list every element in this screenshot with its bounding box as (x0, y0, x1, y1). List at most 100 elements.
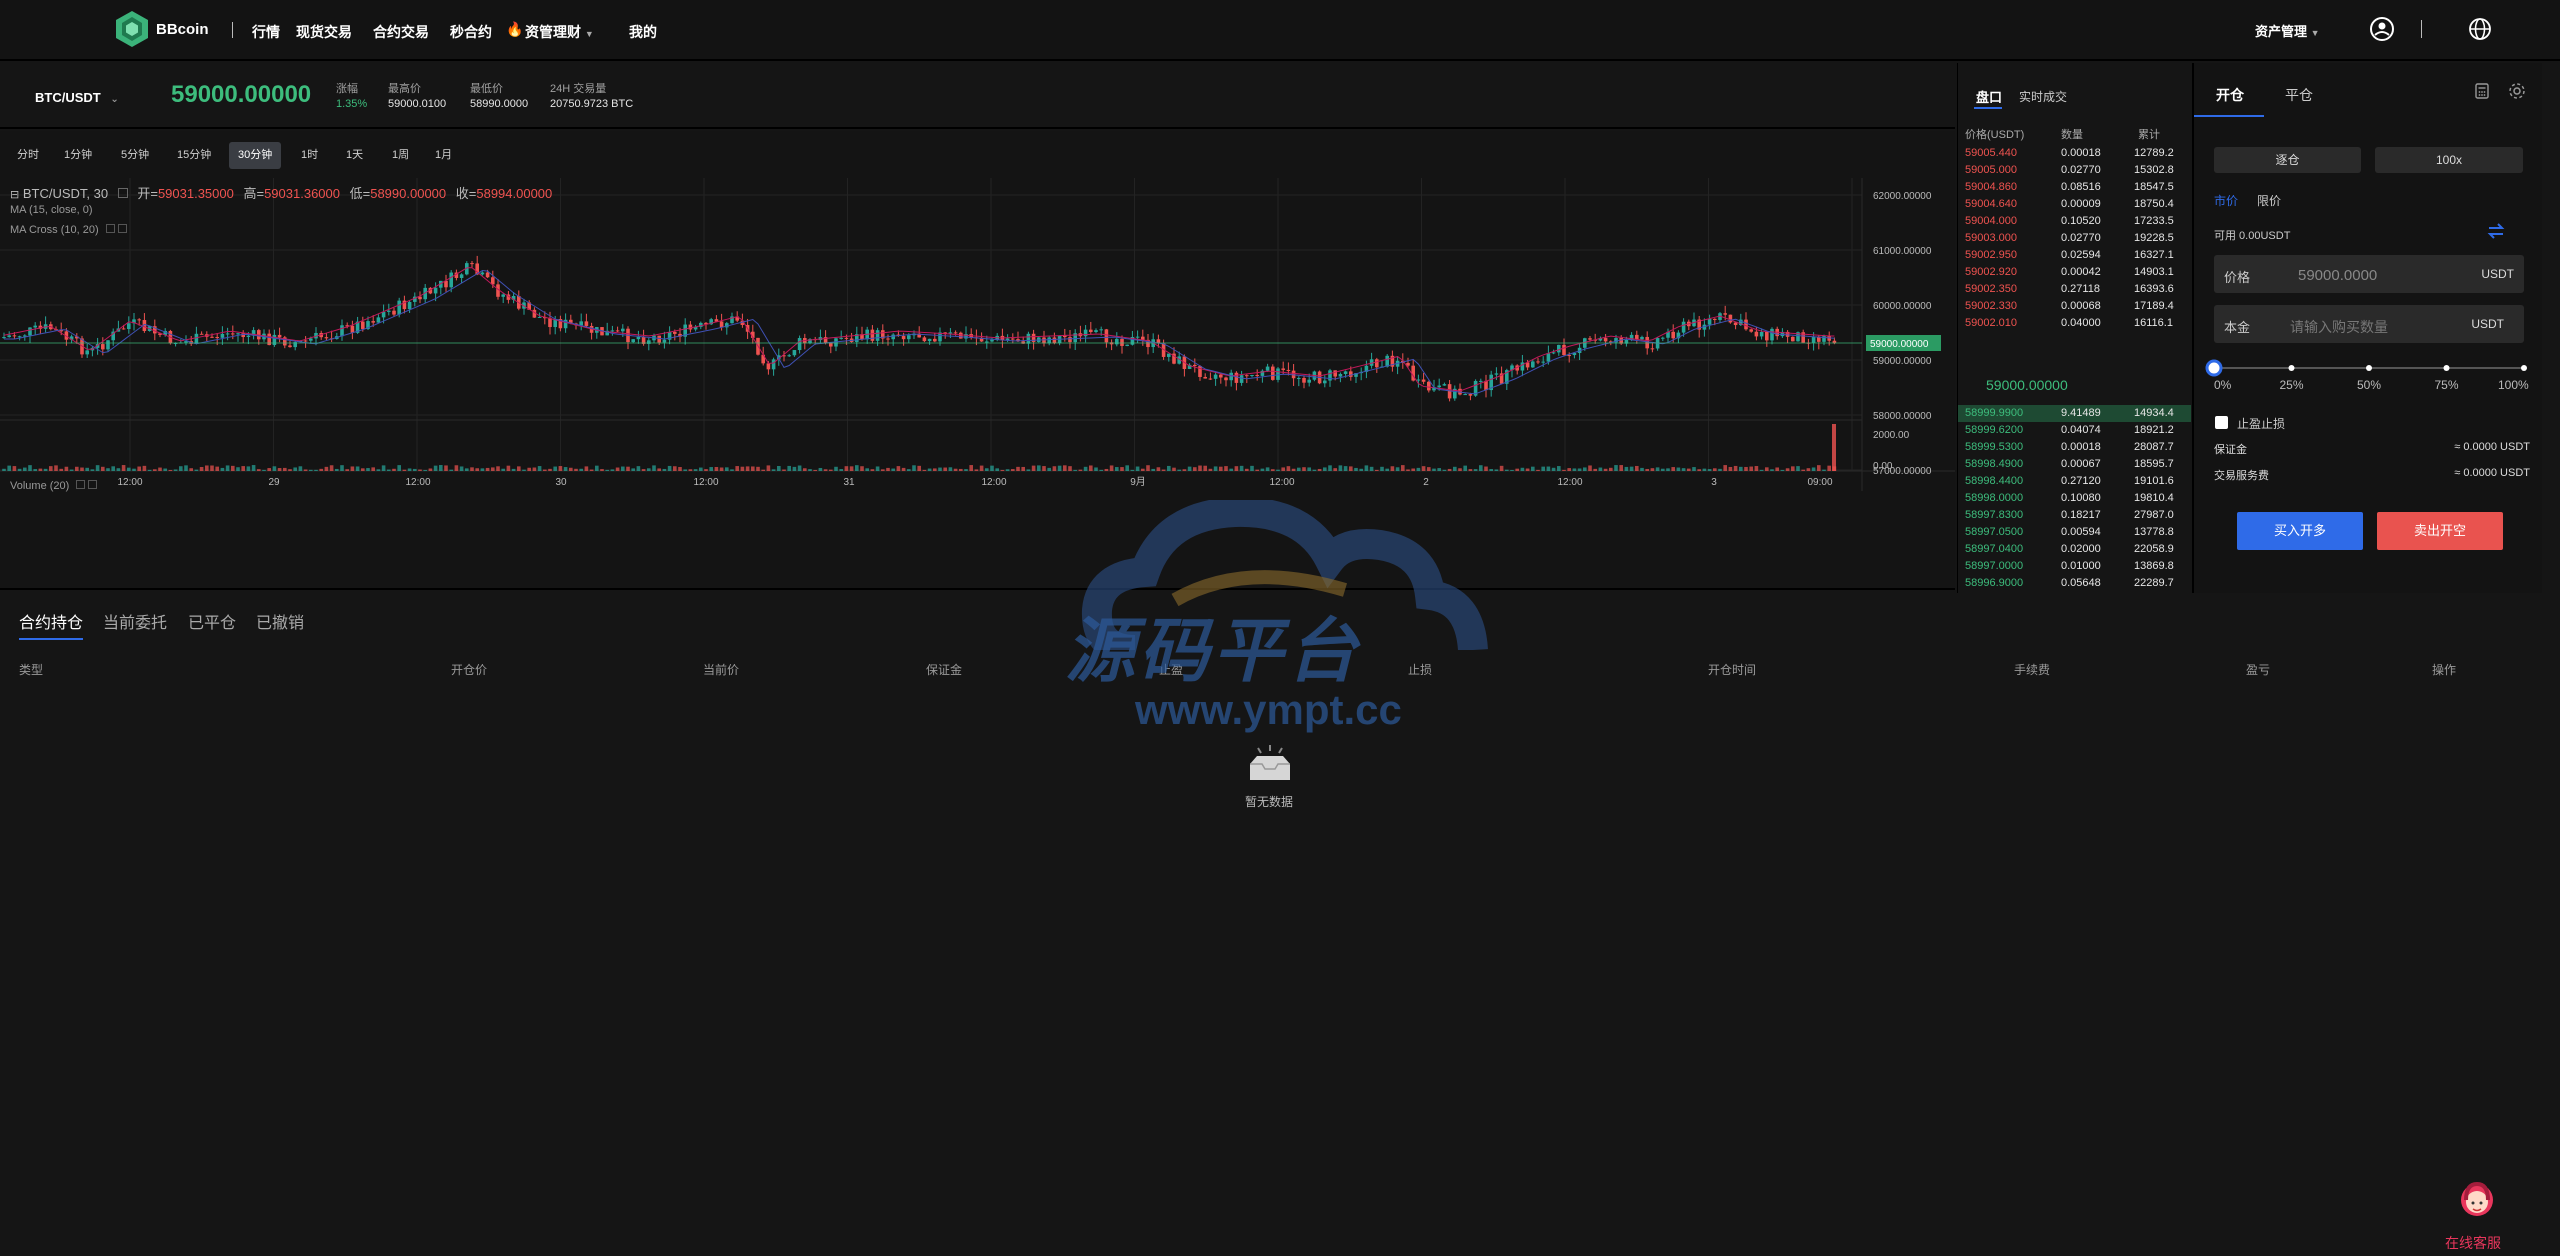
candle-body (1479, 380, 1483, 382)
order-book-row[interactable]: 58997.0000 0.01000 13869.8 (1958, 558, 2191, 575)
tab-close-position[interactable]: 平仓 (2285, 85, 2313, 105)
calculator-icon[interactable] (2474, 83, 2490, 99)
tab-open-position[interactable]: 开仓 (2216, 85, 2244, 105)
order-book-row[interactable]: 58999.6200 0.04074 18921.2 (1958, 422, 2191, 439)
order-book-row[interactable]: 59005.000 0.02770 15302.8 (1958, 162, 2191, 179)
order-book-row[interactable]: 58998.0000 0.10080 19810.4 (1958, 490, 2191, 507)
timeframe-button[interactable]: 15分钟 (168, 142, 220, 169)
order-book-row[interactable]: 59004.000 0.10520 17233.5 (1958, 213, 2191, 230)
timeframe-button[interactable]: 5分钟 (112, 142, 158, 169)
timeframe-button[interactable]: 30分钟 (229, 142, 282, 169)
tp-sl-checkbox[interactable] (2215, 416, 2228, 429)
order-book-row[interactable]: 59004.860 0.08516 18547.5 (1958, 179, 2191, 196)
volume-bar (1723, 465, 1727, 471)
candle-body (7, 335, 11, 338)
order-total: 22058.9 (2134, 543, 2174, 555)
order-book-row[interactable]: 59005.440 0.00018 12789.2 (1958, 145, 2191, 162)
buy-long-button[interactable]: 买入开多 (2237, 512, 2363, 550)
order-book-row[interactable]: 58999.9900 9.41489 14934.4 (1958, 405, 2191, 422)
margin-mode-button[interactable]: 逐仓 (2214, 147, 2361, 173)
nav-spot-trading[interactable]: 现货交易 (296, 22, 352, 42)
order-type-market[interactable]: 市价 (2214, 192, 2238, 209)
collapse-legend-icon[interactable]: ⊟ (10, 189, 19, 201)
order-type-limit[interactable]: 限价 (2257, 192, 2281, 209)
order-book-row[interactable]: 58997.0500 0.00594 13778.8 (1958, 524, 2191, 541)
order-book-row[interactable]: 58998.4900 0.00067 18595.7 (1958, 456, 2191, 473)
indicator-close-icon[interactable] (117, 224, 127, 233)
tab-order-book[interactable]: 盘口 (1976, 87, 2002, 106)
volume-bar (1328, 465, 1332, 471)
order-book-row[interactable]: 58998.4400 0.27120 19101.6 (1958, 473, 2191, 490)
indicator-close-icon[interactable] (88, 480, 98, 489)
settings-gear-icon[interactable] (2508, 82, 2526, 100)
tab-closed[interactable]: 已平仓 (188, 609, 236, 633)
volume-bar (1250, 465, 1254, 471)
online-support-button[interactable]: 在线客服 (2442, 1176, 2512, 1252)
timeframe-button[interactable]: 1周 (383, 142, 418, 169)
timeframe-button[interactable]: 1天 (337, 142, 372, 169)
brand-name[interactable]: BBcoin (156, 21, 209, 38)
asset-management-menu[interactable]: 资产管理 ▼ (2255, 21, 2320, 40)
slider-step-dot[interactable] (2443, 365, 2450, 371)
order-book-row[interactable]: 58999.5300 0.00018 28087.7 (1958, 439, 2191, 456)
order-book-row[interactable]: 59004.640 0.00009 18750.4 (1958, 196, 2191, 213)
amount-input[interactable]: 请输入购买数量 (2290, 317, 2388, 337)
nav-market[interactable]: 行情 (252, 22, 280, 42)
volume-bar (33, 469, 37, 471)
change-label: 涨幅 (336, 83, 358, 95)
order-book-panel: 盘口 实时成交 价格(USDT) 数量 累计 59005.440 0.00018 1… (1957, 63, 2191, 593)
volume-bar (1151, 468, 1155, 471)
pair-selector[interactable]: BTC/USDT ⌄ (35, 90, 119, 105)
volume-bar (667, 465, 672, 471)
slider-step-dot[interactable] (2521, 365, 2527, 371)
order-book-row[interactable]: 59002.330 0.00068 17189.4 (1958, 298, 2191, 315)
leverage-button[interactable]: 100x (2375, 147, 2523, 173)
price-input[interactable]: 59000.0000 (2298, 267, 2377, 284)
timeframe-button[interactable]: 1时 (292, 142, 327, 169)
order-book-row[interactable]: 58997.0400 0.02000 22058.9 (1958, 541, 2191, 558)
nav-mine[interactable]: 我的 (629, 22, 657, 42)
sell-short-button[interactable]: 卖出开空 (2377, 512, 2503, 550)
indicator-settings-icon[interactable] (105, 224, 115, 233)
slider-step-dot[interactable] (2288, 365, 2295, 371)
tab-current-orders[interactable]: 当前委托 (103, 609, 167, 633)
volume-bar (964, 469, 968, 471)
brand-logo-icon[interactable] (112, 9, 152, 49)
order-book-row[interactable]: 59002.950 0.02594 16327.1 (1958, 247, 2191, 264)
timeframe-button[interactable]: 分时 (8, 142, 48, 169)
order-book-row[interactable]: 59003.000 0.02770 19228.5 (1958, 230, 2191, 247)
slider-handle[interactable] (2205, 359, 2223, 377)
tab-recent-trades[interactable]: 实时成交 (2019, 88, 2067, 105)
candle-body (1203, 376, 1207, 379)
volume-bar (1551, 467, 1556, 471)
order-book-row[interactable]: 58996.9000 0.05648 22289.7 (1958, 575, 2191, 592)
candle-body (1307, 379, 1311, 383)
candle-body (1281, 368, 1285, 370)
position-slider[interactable]: 0% 25% 50% 75% 100% (2205, 358, 2529, 398)
indicator-settings-icon[interactable] (76, 480, 86, 489)
candle-body (361, 321, 365, 329)
order-price: 58999.5300 (1965, 441, 2024, 453)
timeframe-button[interactable]: 1分钟 (55, 142, 101, 169)
nav-second-contract[interactable]: 秒合约 (450, 22, 492, 42)
legend-settings-icon[interactable] (117, 188, 128, 198)
order-book-row[interactable]: 58997.8300 0.18217 27987.0 (1958, 507, 2191, 524)
high-value: 59031.36000 (264, 186, 340, 201)
volume-bar (1541, 466, 1545, 471)
language-globe-icon[interactable] (2468, 17, 2492, 41)
tab-cancelled[interactable]: 已撤销 (256, 609, 304, 633)
timeframe-button[interactable]: 1月 (426, 142, 461, 169)
nav-contract-trading[interactable]: 合约交易 (373, 22, 429, 42)
order-book-row[interactable]: 59002.920 0.00042 14903.1 (1958, 264, 2191, 281)
order-total: 17189.4 (2134, 300, 2174, 312)
slider-step-dot[interactable] (2366, 365, 2372, 371)
transfer-swap-icon[interactable] (2486, 221, 2506, 241)
tab-contract-positions[interactable]: 合约持仓 (19, 609, 83, 633)
order-book-row[interactable]: 59002.010 0.04000 16116.1 (1958, 315, 2191, 332)
nav-wealth-management[interactable]: 资管理财 ▼ (525, 22, 594, 42)
order-book-row[interactable]: 59002.350 0.27118 16393.6 (1958, 281, 2191, 298)
volume-bar (324, 466, 329, 471)
user-account-icon[interactable] (2369, 16, 2395, 42)
kline-chart[interactable]: 62000.00000 61000.00000 60000.00000 59000.0… (0, 178, 1955, 588)
volume-bar (855, 465, 859, 471)
